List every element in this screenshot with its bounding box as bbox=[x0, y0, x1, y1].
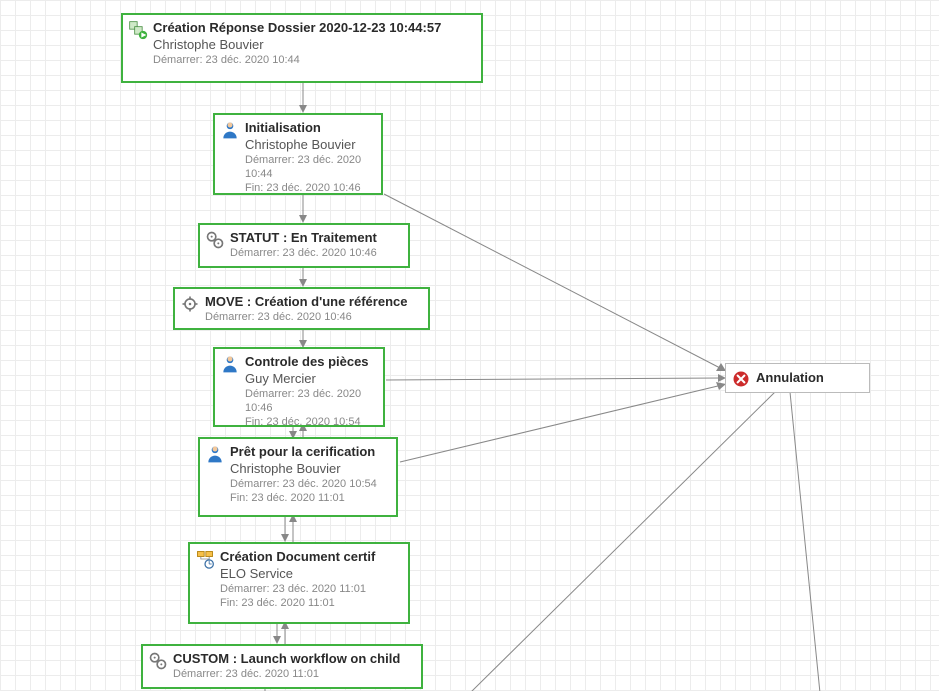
node-title: Annulation bbox=[756, 369, 863, 386]
subworkflow-icon bbox=[195, 549, 215, 569]
gears-icon bbox=[148, 651, 168, 671]
person-icon bbox=[220, 354, 240, 374]
node-end-time: Fin: 23 déc. 2020 11:01 bbox=[220, 596, 402, 610]
node-start-time: Démarrer: 23 déc. 2020 11:01 bbox=[173, 667, 415, 681]
node-controle-des-pieces[interactable]: Controle des pièces Guy Mercier Démarrer… bbox=[213, 347, 385, 427]
node-start-time: Démarrer: 23 déc. 2020 10:44 bbox=[153, 53, 475, 67]
node-title: Controle des pièces bbox=[245, 353, 377, 370]
node-assignee: Guy Mercier bbox=[245, 370, 377, 387]
node-start-time: Démarrer: 23 déc. 2020 10:44 bbox=[245, 153, 375, 181]
edges-layer bbox=[0, 0, 939, 691]
node-assignee: Christophe Bouvier bbox=[153, 36, 475, 53]
node-start-time: Démarrer: 23 déc. 2020 10:46 bbox=[245, 387, 377, 415]
node-end-time: Fin: 23 déc. 2020 11:01 bbox=[230, 491, 390, 505]
node-title: Prêt pour la cerification bbox=[230, 443, 390, 460]
workflow-canvas[interactable]: Création Réponse Dossier 2020-12-23 10:4… bbox=[0, 0, 939, 691]
cancel-icon bbox=[731, 369, 751, 389]
node-start-time: Démarrer: 23 déc. 2020 10:46 bbox=[205, 310, 422, 324]
person-icon bbox=[205, 444, 225, 464]
node-assignee: Christophe Bouvier bbox=[230, 460, 390, 477]
workflow-start-icon bbox=[128, 20, 148, 40]
node-move-creation-reference[interactable]: MOVE : Création d'une référence Démarrer… bbox=[173, 287, 430, 330]
node-statut-en-traitement[interactable]: STATUT : En Traitement Démarrer: 23 déc.… bbox=[198, 223, 410, 268]
person-icon bbox=[220, 120, 240, 140]
node-annulation[interactable]: Annulation bbox=[725, 363, 870, 393]
node-title: MOVE : Création d'une référence bbox=[205, 293, 422, 310]
node-initialisation[interactable]: Initialisation Christophe Bouvier Démarr… bbox=[213, 113, 383, 195]
node-creation-reponse-dossier[interactable]: Création Réponse Dossier 2020-12-23 10:4… bbox=[121, 13, 483, 83]
node-title: Création Réponse Dossier 2020-12-23 10:4… bbox=[153, 19, 475, 36]
node-assignee: ELO Service bbox=[220, 565, 402, 582]
node-start-time: Démarrer: 23 déc. 2020 10:54 bbox=[230, 477, 390, 491]
node-end-time: Fin: 23 déc. 2020 10:54 bbox=[245, 415, 377, 429]
node-start-time: Démarrer: 23 déc. 2020 11:01 bbox=[220, 582, 402, 596]
node-pret-pour-la-cerification[interactable]: Prêt pour la cerification Christophe Bou… bbox=[198, 437, 398, 517]
node-assignee: Christophe Bouvier bbox=[245, 136, 375, 153]
node-start-time: Démarrer: 23 déc. 2020 10:46 bbox=[230, 246, 402, 260]
node-title: CUSTOM : Launch workflow on child bbox=[173, 650, 415, 667]
node-creation-document-certif[interactable]: Création Document certif ELO Service Dém… bbox=[188, 542, 410, 624]
node-custom-launch-workflow-on-child[interactable]: CUSTOM : Launch workflow on child Démarr… bbox=[141, 644, 423, 689]
gear-icon bbox=[180, 294, 200, 314]
node-title: Création Document certif bbox=[220, 548, 402, 565]
node-end-time: Fin: 23 déc. 2020 10:46 bbox=[245, 181, 375, 195]
node-title: Initialisation bbox=[245, 119, 375, 136]
gears-icon bbox=[205, 230, 225, 250]
node-title: STATUT : En Traitement bbox=[230, 229, 402, 246]
